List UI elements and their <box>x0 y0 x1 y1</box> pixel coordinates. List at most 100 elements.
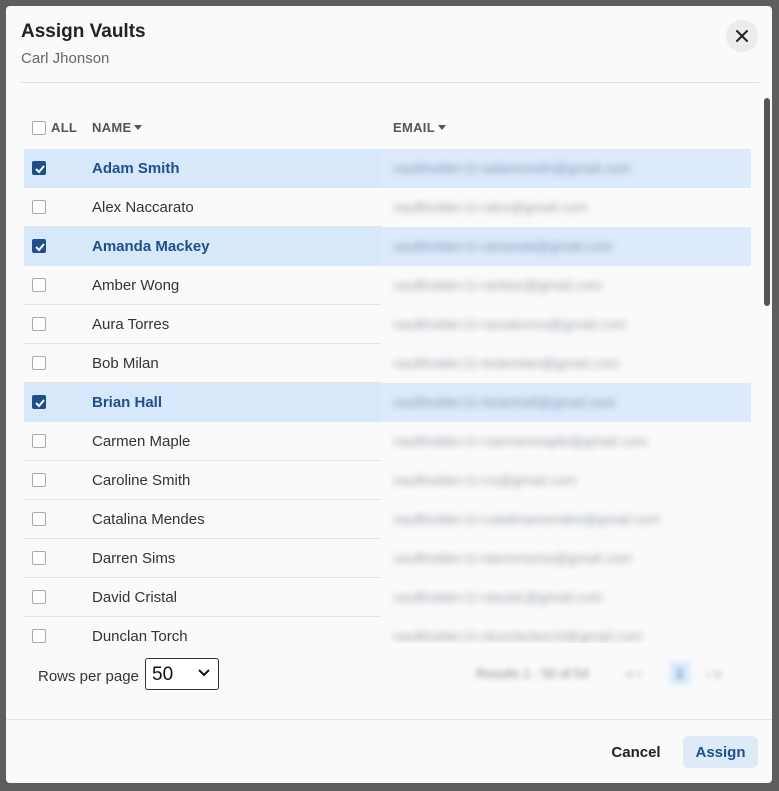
table-row[interactable]: Alex Naccarato vaultholder.t1+alex@gmail.… <box>24 188 751 227</box>
row-email-cell: vaultholder.t1+dunclantorch@gmail.com <box>381 617 751 643</box>
row-name-cell: Aura Torres <box>24 305 381 343</box>
next-page-button[interactable]: › » <box>706 666 721 681</box>
rows-per-page-label: Rows per page <box>38 668 139 685</box>
rows-per-page-select[interactable]: 50 <box>145 658 219 690</box>
table-body: Adam Smith vaultholder.t1+adamsmith@gmail… <box>24 149 751 643</box>
select-all-checkbox[interactable] <box>32 121 46 135</box>
row-email-cell: vaultholder.t1+alex@gmail.com <box>381 188 751 226</box>
table-row[interactable]: Bob Milan vaultholder.t1+bobmilan@gmail.c… <box>24 344 751 383</box>
row-checkbox[interactable] <box>32 200 46 214</box>
table-row[interactable]: Dunclan Torch vaultholder.t1+dunclantorch… <box>24 617 751 643</box>
row-name-cell: Catalina Mendes <box>24 500 381 538</box>
row-email: vaultholder.t1+amber@gmail.com <box>393 277 603 293</box>
sort-caret-icon <box>134 125 143 130</box>
row-email-cell: vaultholder.t1+brianhall@gmail.com <box>381 383 751 422</box>
row-email-cell: vaultholder.t1+auratorres@gmail.com <box>381 305 751 343</box>
row-checkbox[interactable] <box>32 434 46 448</box>
row-email-cell: vaultholder.t1+cs@gmail.com <box>381 461 751 499</box>
row-name-cell: Caroline Smith <box>24 461 381 499</box>
row-email: vaultholder.t1+cs@gmail.com <box>393 472 577 488</box>
row-name: Aura Torres <box>92 316 170 333</box>
row-name-cell: Darren Sims <box>24 539 381 577</box>
row-name: David Cristal <box>92 589 178 606</box>
dialog-title: Assign Vaults <box>21 21 146 42</box>
row-name-cell: Carmen Maple <box>24 422 381 460</box>
users-table: ALL NAME EMAIL Adam Smith vaultholder.t1+… <box>24 94 751 643</box>
row-name: Caroline Smith <box>92 472 191 489</box>
table-row[interactable]: Amber Wong vaultholder.t1+amber@gmail.com <box>24 266 751 305</box>
row-name: Amber Wong <box>92 277 180 294</box>
row-checkbox[interactable] <box>32 278 46 292</box>
row-checkbox[interactable] <box>32 317 46 331</box>
row-checkbox[interactable] <box>32 473 46 487</box>
sort-caret-icon <box>437 125 446 130</box>
row-email: vaultholder.t1+catalinamendes@gmail.com <box>393 511 661 527</box>
table-row[interactable]: Amanda Mackey vaultholder.t1+amanda@gmail… <box>24 227 751 266</box>
header-divider <box>21 82 759 83</box>
row-name-cell: Alex Naccarato <box>24 188 381 226</box>
row-email: vaultholder.t1+darrensims@gmail.com <box>393 550 632 566</box>
row-email: vaultholder.t1+davidc@gmail.com <box>393 589 603 605</box>
row-email-cell: vaultholder.t1+adamsmith@gmail.com <box>381 149 751 188</box>
row-name: Adam Smith <box>92 160 180 177</box>
row-name-cell: Dunclan Torch <box>24 617 381 643</box>
row-checkbox[interactable] <box>32 395 46 409</box>
row-name: Dunclan Torch <box>92 628 188 643</box>
checkmark-icon <box>35 165 45 174</box>
row-email: vaultholder.t1+alex@gmail.com <box>393 199 589 215</box>
table-row[interactable]: Adam Smith vaultholder.t1+adamsmith@gmail… <box>24 149 751 188</box>
row-email: vaultholder.t1+dunclantorch@gmail.com <box>393 628 643 643</box>
chevron-down-icon <box>198 669 210 677</box>
table-row[interactable]: Caroline Smith vaultholder.t1+cs@gmail.co… <box>24 461 751 500</box>
row-name-cell: Amanda Mackey <box>24 227 381 266</box>
table-row[interactable]: Brian Hall vaultholder.t1+brianhall@gmail… <box>24 383 751 422</box>
row-name: Darren Sims <box>92 550 176 567</box>
prev-page-button[interactable]: « ‹ <box>626 666 641 681</box>
table-row[interactable]: Darren Sims vaultholder.t1+darrensims@gma… <box>24 539 751 578</box>
row-name-cell: Adam Smith <box>24 149 381 188</box>
scrollbar-thumb[interactable] <box>764 98 770 306</box>
close-button[interactable] <box>726 20 758 52</box>
row-email: vaultholder.t1+bobmilan@gmail.com <box>393 355 620 371</box>
row-checkbox[interactable] <box>32 551 46 565</box>
row-name-cell: Amber Wong <box>24 266 381 304</box>
assign-vaults-dialog: Assign Vaults Carl Jhonson ALL NAME EMAI… <box>6 6 772 783</box>
current-page-number: 1 <box>676 666 684 681</box>
column-header-name-label: NAME <box>92 120 132 135</box>
column-header-name[interactable]: NAME <box>92 120 143 135</box>
row-name: Brian Hall <box>92 394 163 411</box>
row-checkbox[interactable] <box>32 629 46 643</box>
row-email-cell: vaultholder.t1+carmenmaple@gmail.com <box>381 422 751 460</box>
checkmark-icon <box>35 399 45 408</box>
row-checkbox[interactable] <box>32 512 46 526</box>
cancel-button[interactable]: Cancel <box>604 736 668 768</box>
row-checkbox[interactable] <box>32 161 46 175</box>
row-name: Carmen Maple <box>92 433 191 450</box>
row-name: Catalina Mendes <box>92 511 205 528</box>
table-header: ALL NAME EMAIL <box>24 94 751 148</box>
row-email: vaultholder.t1+brianhall@gmail.com <box>393 394 616 410</box>
row-email-cell: vaultholder.t1+davidc@gmail.com <box>381 578 751 616</box>
column-header-email[interactable]: EMAIL <box>393 120 446 135</box>
row-checkbox[interactable] <box>32 356 46 370</box>
column-header-all[interactable]: ALL <box>51 120 77 135</box>
checkmark-icon <box>35 243 45 252</box>
row-name-cell: Brian Hall <box>24 383 381 422</box>
row-email-cell: vaultholder.t1+darrensims@gmail.com <box>381 539 751 577</box>
row-email-cell: vaultholder.t1+bobmilan@gmail.com <box>381 344 751 382</box>
row-name: Amanda Mackey <box>92 238 210 255</box>
column-header-email-label: EMAIL <box>393 120 435 135</box>
row-email-cell: vaultholder.t1+amber@gmail.com <box>381 266 751 304</box>
table-row[interactable]: Carmen Maple vaultholder.t1+carmenmaple@g… <box>24 422 751 461</box>
table-row[interactable]: David Cristal vaultholder.t1+davidc@gmail… <box>24 578 751 617</box>
table-row[interactable]: Aura Torres vaultholder.t1+auratorres@gma… <box>24 305 751 344</box>
row-email: vaultholder.t1+adamsmith@gmail.com <box>393 160 631 176</box>
rows-per-page-value: 50 <box>152 664 174 685</box>
row-name-cell: Bob Milan <box>24 344 381 382</box>
table-row[interactable]: Catalina Mendes vaultholder.t1+cataliname… <box>24 500 751 539</box>
row-checkbox[interactable] <box>32 590 46 604</box>
row-checkbox[interactable] <box>32 239 46 253</box>
row-email: vaultholder.t1+carmenmaple@gmail.com <box>393 433 648 449</box>
assign-button[interactable]: Assign <box>683 736 758 768</box>
row-name-cell: David Cristal <box>24 578 381 616</box>
